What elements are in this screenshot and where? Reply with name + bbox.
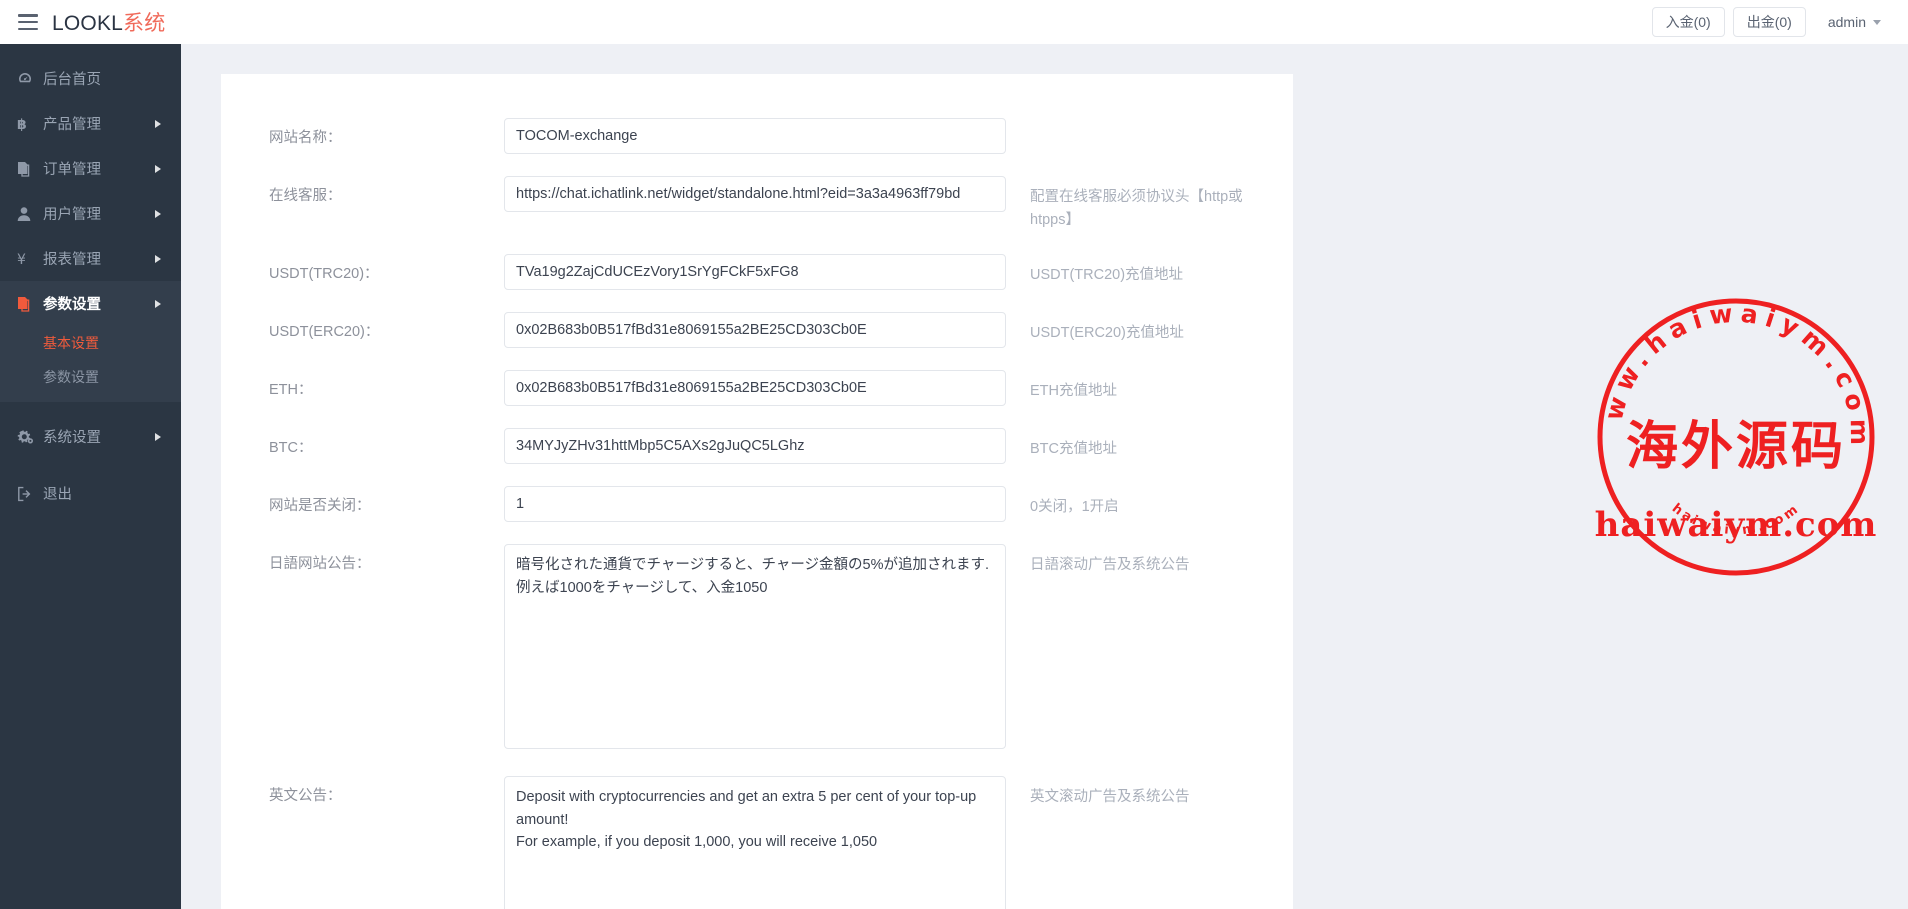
field-control: [504, 118, 1006, 154]
sidebar-item-label: 系统设置: [43, 430, 101, 446]
field-control: 暗号化された通貨でチャージすると、チャージ金額の5%が追加されます.例えば100…: [504, 544, 1006, 754]
site-closed-flag-input[interactable]: [504, 486, 1006, 523]
japanese-notice-textarea[interactable]: 暗号化された通貨でチャージすると、チャージ金額の5%が追加されます.例えば100…: [504, 544, 1006, 750]
form-row-usdt-erc20: USDT(ERC20)： USDT(ERC20)充值地址: [221, 312, 1293, 349]
online-support-url-input[interactable]: [504, 176, 1006, 212]
sidebar-item-parameter-settings[interactable]: 参数设置: [0, 281, 181, 326]
field-label: ETH：: [269, 382, 313, 399]
sidebar-item-logout[interactable]: 退出: [0, 471, 181, 516]
form-row-btc: BTC： BTC充值地址: [221, 428, 1293, 465]
chevron-right-icon: [155, 254, 161, 263]
btc-address-input[interactable]: [504, 428, 1006, 465]
field-help-text: USDT(ERC20)充值地址: [1030, 325, 1184, 342]
sidebar-item-user-management[interactable]: 用户管理: [0, 191, 181, 236]
brand-name-en: LOOKL: [52, 12, 124, 35]
form-row-usdt-trc20: USDT(TRC20)： USDT(TRC20)充值地址: [221, 254, 1293, 291]
field-help-text: 日語滚动广告及系统公告: [1030, 557, 1190, 574]
eth-address-input[interactable]: [504, 370, 1006, 407]
field-help-text: 0关闭，1开启: [1030, 499, 1119, 516]
bitcoin-icon: ฿: [17, 116, 43, 132]
deposit-button[interactable]: 入金(0): [1651, 7, 1725, 37]
sidebar-item-product-management[interactable]: ฿ 产品管理: [0, 101, 181, 146]
sidebar-group-parameter-settings: 参数设置 基本设置 参数设置: [0, 281, 181, 402]
form-row-online-support: 在线客服： 配置在线客服必须协议头【http或htpps】: [221, 176, 1293, 232]
settings-form-card: 网站名称： 在线客服： 配置在线客服必须协议头【http或htpps】 USDT…: [221, 74, 1293, 909]
field-control: [504, 254, 1006, 291]
usdt-erc20-address-input[interactable]: [504, 312, 1006, 349]
chevron-right-icon: [155, 432, 161, 441]
sidebar-subitem-basic-settings[interactable]: 基本设置: [0, 326, 181, 360]
chevron-right-icon: [155, 299, 161, 308]
settings-file-icon: [17, 296, 43, 312]
gears-icon: [17, 429, 43, 445]
sidebar-subitem-parameter-settings[interactable]: 参数设置: [0, 360, 181, 394]
field-help-text: [1006, 118, 1293, 128]
field-label: 在线客服：: [269, 188, 342, 204]
sidebar-item-label: 退出: [43, 487, 72, 503]
english-notice-textarea[interactable]: Deposit with cryptocurrencies and get an…: [504, 776, 1006, 909]
field-help-text: BTC充值地址: [1030, 441, 1117, 458]
user-menu-button[interactable]: admin: [1813, 7, 1890, 37]
sidebar-item-label: 订单管理: [43, 162, 101, 178]
field-help-text: ETH充值地址: [1030, 383, 1117, 400]
user-icon: [17, 206, 43, 222]
form-row-site-closed: 网站是否关闭： 0关闭，1开启: [221, 486, 1293, 523]
site-name-input[interactable]: [504, 118, 1006, 154]
field-help-text: 配置在线客服必须协议头【http或htpps】: [1030, 189, 1243, 229]
field-control: Deposit with cryptocurrencies and get an…: [504, 776, 1006, 909]
page-title: LOOKL系统: [52, 7, 165, 37]
sidebar-item-label: 后台首页: [43, 72, 101, 88]
sidebar-item-report-management[interactable]: ¥ 报表管理: [0, 236, 181, 281]
svg-text:¥: ¥: [17, 252, 26, 267]
sidebar-item-label: 产品管理: [43, 117, 101, 133]
field-label: BTC：: [269, 440, 313, 457]
sidebar-submenu: 基本设置 参数设置: [0, 326, 181, 402]
form-row-japanese-notice: 日語网站公告： 暗号化された通貨でチャージすると、チャージ金額の5%が追加されま…: [221, 544, 1293, 754]
header-actions: 入金(0) 出金(0) admin: [1651, 7, 1908, 37]
field-control: [504, 176, 1006, 212]
field-control: [504, 486, 1006, 523]
sidebar-item-label: 报表管理: [43, 252, 101, 268]
sidebar-mid-spacer: [0, 402, 181, 414]
chevron-right-icon: [155, 119, 161, 128]
chevron-right-icon: [155, 209, 161, 218]
sidebar: 后台首页 ฿ 产品管理 订单管理 用户管理 ¥ 报表管理 参数设置 基本设置 参…: [0, 44, 181, 909]
orders-icon: [17, 161, 43, 177]
main-content: 网站名称： 在线客服： 配置在线客服必须协议头【http或htpps】 USDT…: [181, 44, 1908, 909]
withdraw-button[interactable]: 出金(0): [1732, 7, 1806, 37]
field-label: USDT(TRC20)：: [269, 266, 379, 283]
top-header-bar: LOOKL系统 入金(0) 出金(0) admin: [0, 0, 1908, 44]
form-row-site-name: 网站名称：: [221, 118, 1293, 154]
sidebar-lower-spacer: [0, 459, 181, 471]
field-label: 网站名称：: [269, 130, 342, 146]
field-label: 英文公告：: [269, 788, 342, 805]
field-help-text: 英文滚动广告及系统公告: [1030, 789, 1190, 806]
hamburger-icon[interactable]: [18, 14, 38, 30]
field-control: [504, 370, 1006, 407]
brand-name-cn: 系统: [123, 12, 166, 35]
sidebar-item-label: 参数设置: [43, 297, 101, 313]
field-label: 网站是否关闭：: [269, 498, 371, 515]
svg-text:฿: ฿: [17, 117, 27, 132]
sidebar-item-dashboard[interactable]: 后台首页: [0, 56, 181, 101]
field-help-text: USDT(TRC20)充值地址: [1030, 267, 1184, 284]
chevron-down-icon: [1873, 20, 1881, 25]
chevron-right-icon: [155, 164, 161, 173]
field-control: [504, 312, 1006, 349]
brand-zone: LOOKL系统: [0, 0, 181, 44]
usdt-trc20-address-input[interactable]: [504, 254, 1006, 291]
user-menu-label: admin: [1827, 14, 1866, 30]
form-row-english-notice: 英文公告： Deposit with cryptocurrencies and …: [221, 776, 1293, 909]
sidebar-item-order-management[interactable]: 订单管理: [0, 146, 181, 191]
form-row-eth: ETH： ETH充值地址: [221, 370, 1293, 407]
field-label: 日語网站公告：: [269, 556, 371, 573]
sidebar-item-label: 用户管理: [43, 207, 101, 223]
logout-icon: [17, 486, 43, 502]
yen-icon: ¥: [17, 251, 43, 267]
sidebar-top-spacer: [0, 44, 181, 56]
dashboard-icon: [17, 71, 43, 87]
field-label: USDT(ERC20)：: [269, 324, 380, 341]
field-control: [504, 428, 1006, 465]
sidebar-item-system-settings[interactable]: 系统设置: [0, 414, 181, 459]
